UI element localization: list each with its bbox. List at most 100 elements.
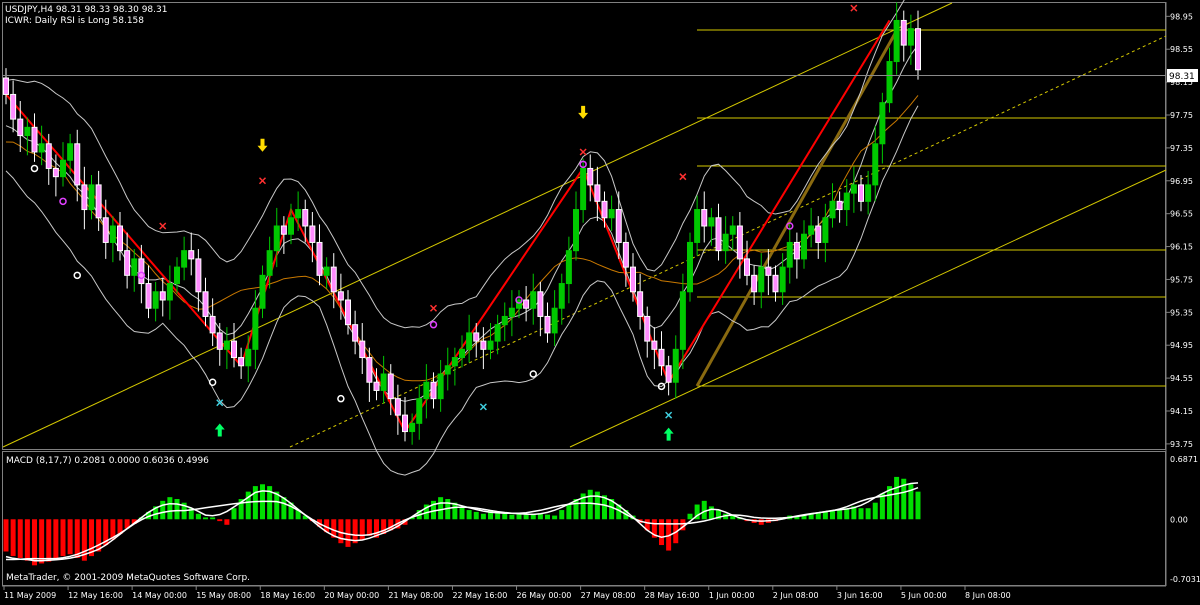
candle-body bbox=[779, 266, 786, 293]
candle-body bbox=[223, 340, 230, 350]
time-scale-label: 22 May 16:00 bbox=[452, 591, 507, 600]
candle-body bbox=[444, 365, 451, 375]
candle-body bbox=[516, 299, 522, 309]
macd-scale-label: 0.00 bbox=[1170, 515, 1188, 524]
macd-histogram-bar bbox=[10, 519, 16, 557]
macd-histogram-bar bbox=[872, 502, 878, 520]
candle-body bbox=[665, 365, 672, 383]
candle-body bbox=[437, 373, 444, 400]
candle-body bbox=[67, 143, 74, 161]
candle-body bbox=[209, 315, 216, 334]
macd-histogram-bar bbox=[60, 519, 66, 557]
candle-body bbox=[273, 225, 280, 252]
candle-body bbox=[523, 299, 530, 309]
macd-histogram-bar bbox=[160, 500, 166, 520]
macd-histogram-bar bbox=[39, 519, 45, 564]
candle-body bbox=[644, 315, 651, 342]
candle-body bbox=[24, 126, 31, 137]
current-price-label: 98.31 bbox=[1169, 72, 1195, 82]
candle-body bbox=[60, 159, 66, 178]
candle-body bbox=[373, 381, 380, 391]
chart-window[interactable]: 98.95 98.55 98.15 97.75 97.35 96.95 96.55 96.15… bbox=[0, 0, 1200, 601]
candle-body bbox=[81, 184, 88, 211]
macd-scale-label: 0.6871 bbox=[1170, 455, 1198, 464]
time-scale-label: 27 May 08:00 bbox=[581, 591, 636, 600]
candle-body bbox=[216, 332, 223, 350]
candle-body bbox=[31, 126, 38, 153]
candle-body bbox=[131, 258, 138, 276]
candle-body bbox=[45, 143, 52, 169]
chart-canvas[interactable]: 98.9598.5598.1597.7597.3596.9596.5596.15… bbox=[0, 0, 1200, 601]
candle-body bbox=[544, 315, 551, 334]
candle-body bbox=[615, 209, 622, 243]
candle-body bbox=[687, 241, 693, 293]
macd-histogram-bar bbox=[509, 514, 515, 520]
macd-histogram-bar bbox=[231, 508, 237, 520]
candle-body bbox=[608, 209, 615, 219]
candle-body bbox=[793, 241, 800, 260]
candle-body bbox=[159, 291, 166, 301]
candle-body bbox=[3, 77, 9, 95]
time-scale-label: 18 May 16:00 bbox=[260, 591, 315, 600]
candle-body bbox=[102, 217, 109, 243]
candle-body bbox=[915, 28, 921, 71]
macd-histogram-bar bbox=[438, 497, 444, 520]
candle-body bbox=[708, 217, 715, 227]
macd-histogram-bar bbox=[879, 493, 885, 520]
macd-histogram-bar bbox=[89, 519, 94, 557]
candle-body bbox=[815, 225, 822, 243]
candle-body bbox=[245, 348, 252, 367]
candle-body bbox=[38, 143, 45, 153]
candle-body bbox=[765, 266, 772, 276]
candle-body bbox=[430, 381, 437, 400]
candle-body bbox=[729, 225, 736, 235]
candle-body bbox=[836, 200, 843, 211]
macd-histogram-bar bbox=[822, 511, 828, 520]
macd-histogram-bar bbox=[167, 497, 173, 520]
candle-body bbox=[52, 167, 59, 178]
candle-body bbox=[88, 184, 95, 211]
price-scale-label: 97.75 bbox=[1170, 111, 1193, 120]
candle-body bbox=[886, 61, 893, 104]
candle-body bbox=[409, 422, 416, 433]
candle-body bbox=[337, 291, 344, 301]
candle-body bbox=[843, 192, 850, 211]
macd-histogram-bar bbox=[473, 511, 479, 520]
candle-body bbox=[238, 357, 245, 367]
candle-body bbox=[865, 184, 872, 202]
macd-histogram-bar bbox=[858, 508, 864, 520]
candle-body bbox=[459, 348, 465, 359]
time-scale-label: 3 Jun 16:00 bbox=[837, 591, 883, 600]
candle-body bbox=[907, 28, 914, 46]
price-scale-label: 94.15 bbox=[1170, 407, 1193, 416]
candle-body bbox=[352, 324, 359, 342]
macd-info-text: MACD (8,17,7) 0.2081 0.0000 0.6036 0.499… bbox=[6, 456, 209, 466]
candle-body bbox=[323, 266, 330, 276]
macd-histogram-bar bbox=[67, 519, 73, 555]
candle-body bbox=[288, 217, 294, 235]
candle-body bbox=[801, 233, 807, 260]
macd-histogram-bar bbox=[559, 510, 565, 520]
macd-histogram-bar bbox=[516, 513, 522, 520]
price-scale-label: 97.35 bbox=[1170, 144, 1193, 153]
price-scale-label: 93.75 bbox=[1170, 440, 1193, 449]
time-scale-label: 28 May 16:00 bbox=[645, 591, 700, 600]
macd-histogram-bar bbox=[53, 519, 59, 560]
candle-body bbox=[808, 225, 815, 235]
candle-body bbox=[266, 250, 273, 276]
candle-body bbox=[473, 332, 480, 342]
candle-body bbox=[487, 340, 494, 350]
macd-histogram-bar bbox=[502, 513, 508, 520]
price-scale-label: 95.75 bbox=[1170, 275, 1193, 284]
candle-body bbox=[231, 340, 237, 359]
time-scale-label: 12 May 16:00 bbox=[68, 591, 123, 600]
macd-histogram-bar bbox=[174, 499, 180, 520]
candle-body bbox=[594, 184, 601, 202]
price-scale-label: 98.55 bbox=[1170, 45, 1193, 54]
macd-histogram-bar bbox=[687, 513, 693, 520]
macd-histogram-bar bbox=[359, 519, 365, 540]
candle-body bbox=[345, 299, 351, 326]
macd-histogram-bar bbox=[46, 519, 52, 562]
candle-body bbox=[124, 250, 131, 276]
time-scale-label: 26 May 00:00 bbox=[517, 591, 572, 600]
